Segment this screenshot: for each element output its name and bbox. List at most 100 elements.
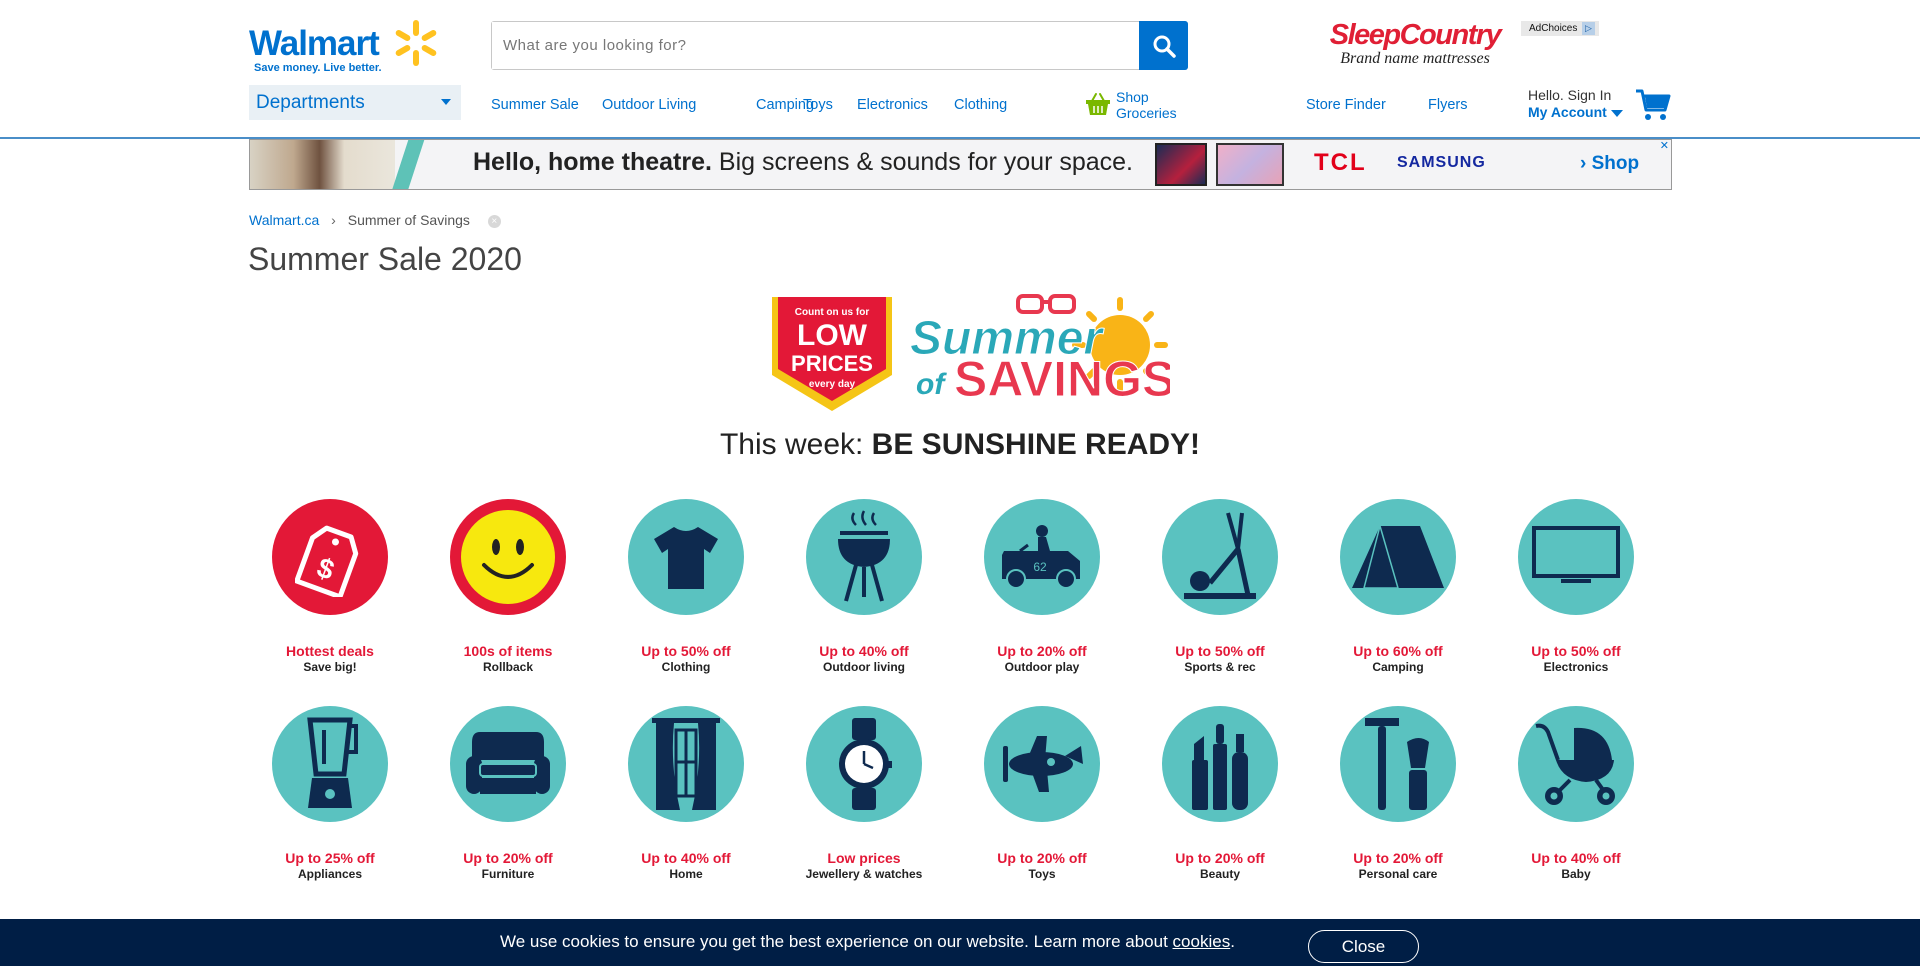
cookies-link[interactable]: cookies [1173,932,1231,951]
category-tile[interactable]: 62 Up to 20% off Outdoor play [953,499,1131,675]
breadcrumb-current: Summer of Savings [347,212,470,228]
category-tile[interactable]: Up to 50% off Clothing [597,499,775,675]
site-header: Walmart Save money. Live better. SleepCo… [0,0,1920,139]
week-prefix: This week: [719,428,872,461]
category-name: Rollback [482,660,533,674]
category-tile[interactable]: Up to 20% off Personal care [1309,706,1487,882]
tent-icon [1352,523,1444,589]
category-tile[interactable]: 100s of items Rollback [419,499,597,675]
category-tile[interactable]: Up to 25% off Appliances [241,706,419,882]
account-greeting: Hello. Sign In [1528,87,1612,103]
departments-dropdown[interactable]: Departments [249,85,461,120]
sleep-country-ad[interactable]: SleepCountry Brand name mattresses [1325,20,1505,72]
category-tile[interactable]: Up to 20% off Beauty [1131,706,1309,882]
category-deal: Up to 20% off [997,643,1087,659]
category-deal: 100s of items [463,643,553,659]
category-circle: 62 [984,499,1100,615]
account-menu[interactable]: Hello. Sign In My Account [1528,87,1638,123]
category-deal: Up to 60% off [1353,643,1443,659]
category-deal: Up to 20% off [1353,850,1443,866]
week-highlight: BE SUNSHINE READY! [871,428,1201,461]
category-tile[interactable]: Up to 20% off Furniture [419,706,597,882]
low-prices-logo: Count on us for LOW PRICES every day [772,297,892,411]
store-finder-link[interactable]: Store Finder [1306,97,1386,113]
category-deal: Up to 50% off [641,643,731,659]
elliptical-icon [1184,512,1256,599]
logo-wordmark: Walmart [249,24,380,63]
category-circle [984,706,1100,822]
low-prices-bottom-text: every day [809,379,856,390]
cookie-close-button[interactable]: Close [1308,930,1419,963]
caret-down-icon [1611,110,1623,117]
nav-outdoor-living[interactable]: Outdoor Living [602,97,696,113]
flyers-link[interactable]: Flyers [1428,97,1467,113]
category-tile[interactable]: Up to 50% off Sports & rec [1131,499,1309,675]
search-input[interactable] [492,22,1139,69]
breadcrumb-home[interactable]: Walmart.ca [249,212,319,228]
category-name: Sports & rec [1184,660,1256,674]
category-circle [1340,499,1456,615]
tshirt-icon [654,527,718,589]
nav-summer-sale[interactable]: Summer Sale [491,97,579,113]
weekly-theme: This week: BE SUNSHINE READY! [0,428,1920,462]
category-tile[interactable]: Up to 40% off Baby [1487,706,1665,882]
category-deal: Up to 25% off [285,850,375,866]
category-name: Jewellery & watches [805,867,923,881]
category-name: Clothing [661,660,711,674]
departments-label: Departments [256,91,365,113]
category-tile[interactable]: Up to 50% off Electronics [1487,499,1665,675]
ad-brand: SleepCountry [1329,19,1502,51]
category-name: Electronics [1543,660,1609,674]
ad-close-icon[interactable]: ✕ [1660,141,1669,152]
tv-image [1216,143,1284,186]
cookie-message-end: . [1230,932,1235,951]
toy-plane-icon [1003,736,1083,792]
category-tile[interactable]: Low prices Jewellery & watches [775,706,953,882]
category-tile[interactable]: $ Hottest deals Save big! [241,499,419,675]
page-title: Summer Sale 2020 [248,241,522,277]
category-circle [628,706,744,822]
category-circle [1340,706,1456,822]
logo-tagline: Save money. Live better. [254,62,382,74]
tcl-logo: TCL [1314,149,1367,176]
category-circle [1518,706,1634,822]
low-prices-top-text: Count on us for [795,307,870,318]
watch-icon [839,718,892,810]
adchoices-badge[interactable]: AdChoices ▷ [1521,21,1599,36]
walmart-logo[interactable]: Walmart Save money. Live better. [249,18,439,78]
search-button[interactable] [1139,21,1188,70]
armchair-icon [466,732,550,794]
category-name: Toys [1028,867,1056,881]
grocery-basket-icon [1086,93,1110,115]
category-name: Beauty [1199,867,1240,881]
breadcrumb-remove-icon[interactable]: × [487,215,501,228]
of-word: of [916,368,947,401]
home-theatre-banner[interactable]: Hello, home theatre. Big screens & sound… [249,139,1672,190]
category-tile[interactable]: Up to 20% off Toys [953,706,1131,882]
summer-of-savings-logo: Summer of SAVINGS [910,294,1170,406]
category-name: Personal care [1358,867,1438,881]
category-tile[interactable]: Up to 60% off Camping [1309,499,1487,675]
search-icon [1153,35,1176,58]
groceries-line1: Shop [1116,89,1149,105]
groceries-line2: Groceries [1116,105,1177,121]
banner-shop-link[interactable]: › Shop [1580,153,1639,175]
category-circle [450,706,566,822]
spark-icon [395,20,437,66]
nav-clothing[interactable]: Clothing [954,97,1007,113]
category-circle [1518,499,1634,615]
caret-down-icon [441,99,451,105]
nav-electronics[interactable]: Electronics [857,97,928,113]
category-tile[interactable]: Up to 40% off Outdoor living [775,499,953,675]
cart-icon[interactable] [1635,88,1671,122]
razor-icon [1365,718,1429,810]
banner-headline-rest: Big screens & sounds for your space. [711,148,1133,176]
shop-groceries-link[interactable]: Shop Groceries [1085,89,1205,123]
category-deal: Up to 50% off [1531,643,1621,659]
category-circle [806,499,922,615]
adchoices-label: AdChoices [1529,23,1578,34]
category-tile[interactable]: Up to 40% off Home [597,706,775,882]
category-name: Furniture [481,867,535,881]
nav-toys[interactable]: Toys [803,97,833,113]
blender-icon [307,717,358,808]
